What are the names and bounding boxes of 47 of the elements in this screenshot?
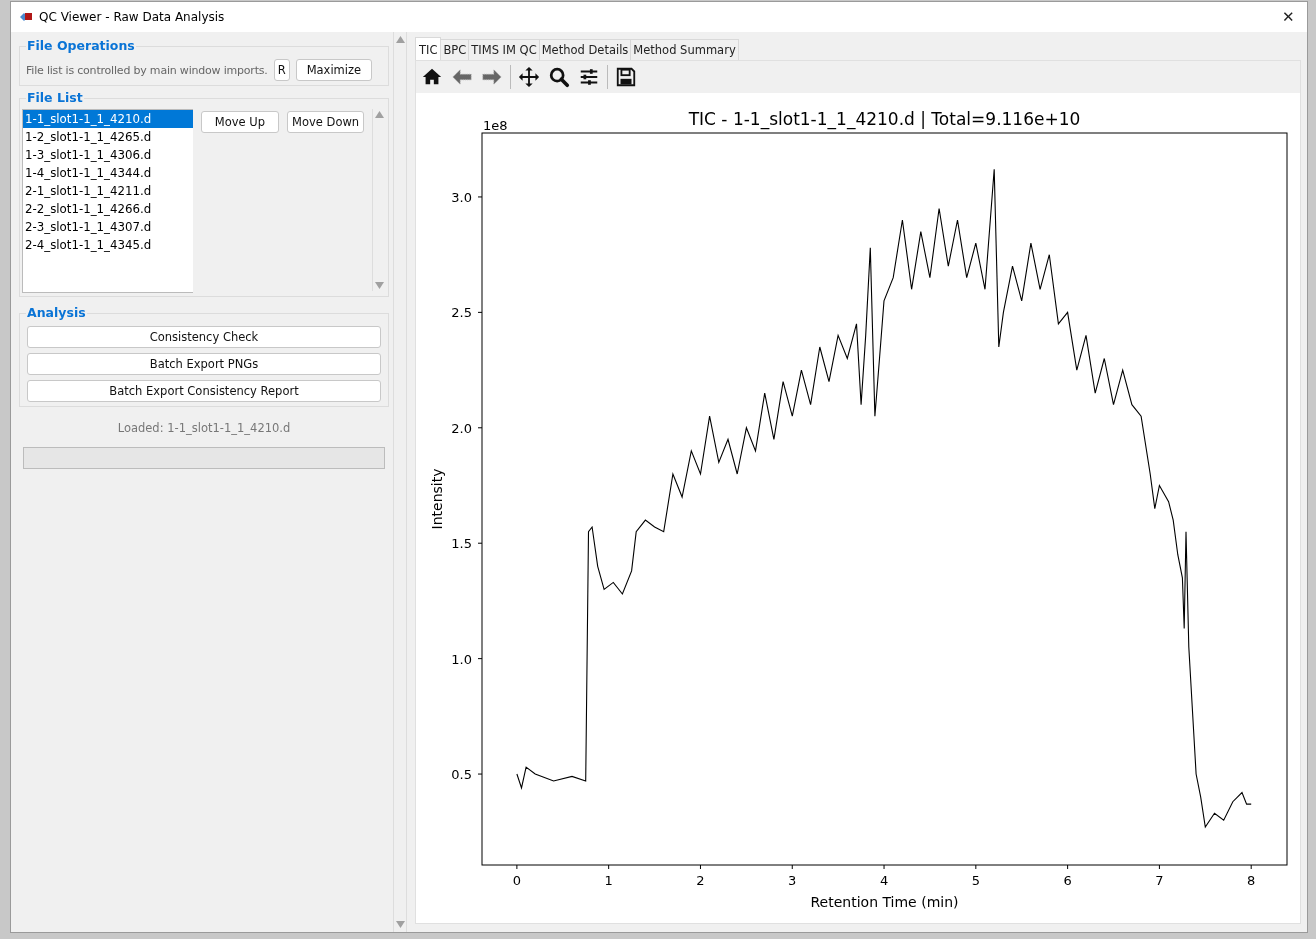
x-tick-label: 0 [512,873,521,888]
y-tick-label: 2.5 [451,305,472,321]
x-tick-label: 5 [971,873,980,888]
window-title: QC Viewer - Raw Data Analysis [39,10,226,24]
y-tick-label: 2.0 [451,420,472,436]
file-list-item[interactable]: 2-4_slot1-1_1_4345.d [23,236,193,254]
analysis-button[interactable]: Batch Export Consistency Report [27,380,381,402]
group-title: File List [26,90,84,105]
x-tick-label: 7 [1155,873,1164,888]
file-list-item[interactable]: 2-3_slot1-1_1_4307.d [23,218,193,236]
zoom-icon[interactable] [547,65,571,89]
tab[interactable]: TIC [415,37,442,60]
file-list-item[interactable]: 1-4_slot1-1_1_4344.d [23,164,193,182]
y-tick-label: 1.5 [451,536,472,552]
status-text: Loaded: 1-1_slot1-1_1_4210.d [116,421,292,435]
x-tick-label: 6 [1063,873,1072,888]
x-tick-label: 8 [1247,873,1256,888]
tab[interactable]: Method Summary [630,39,739,60]
axis-multiplier: 1e8 [483,118,508,133]
x-axis-label: Retention Time (min) [810,894,959,910]
app-icon [19,10,33,24]
y-axis-label: Intensity [429,468,445,530]
file-list-item[interactable]: 1-2_slot1-1_1_4265.d [23,128,193,146]
y-tick-label: 0.5 [451,767,472,783]
file-list-item[interactable]: 1-3_slot1-1_1_4306.d [23,146,193,164]
analysis-button[interactable]: Consistency Check [27,326,381,348]
x-tick-label: 2 [696,873,705,888]
x-tick-label: 1 [604,873,613,888]
analysis-button[interactable]: Batch Export PNGs [27,353,381,375]
file-list-item[interactable]: 2-2_slot1-1_1_4266.d [23,200,193,218]
info-text: File list is controlled by main window imports. [26,63,268,77]
chart-title: TIC - 1-1_slot1-1_1_4210.d | Total=9.116e+10 [688,109,1081,129]
group-title: Analysis [26,305,87,320]
file-list-item[interactable]: 2-1_slot1-1_1_4211.d [23,182,193,200]
file-list-item[interactable]: 1-1_slot1-1_1_4210.d [23,110,193,128]
save-icon[interactable] [614,65,638,89]
x-tick-label: 3 [788,873,797,888]
maximize-button[interactable]: Maximize [295,59,373,81]
small-button[interactable]: R [273,59,290,81]
move-down-button[interactable]: Move Down [287,111,365,133]
move-icon[interactable] [517,65,541,89]
y-tick-label: 1.0 [451,651,472,667]
y-tick-label: 3.0 [451,189,472,205]
x-tick-label: 4 [879,873,889,888]
group-title: File Operations [26,38,136,53]
close-button[interactable]: ✕ [1278,8,1299,26]
move-up-button[interactable]: Move Up [200,111,280,133]
